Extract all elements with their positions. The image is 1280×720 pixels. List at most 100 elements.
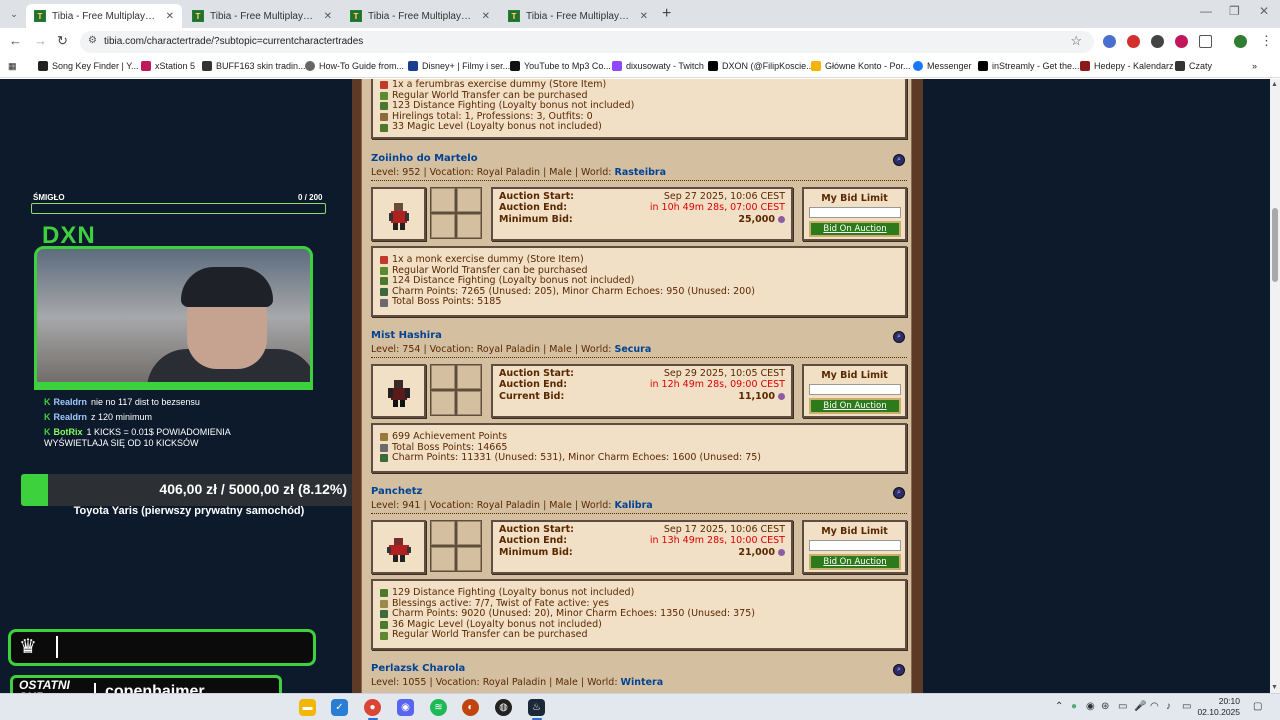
bid-limit-input[interactable] [809,207,901,218]
close-tab-icon[interactable]: ✕ [640,11,648,22]
close-window-icon[interactable]: ✕ [1259,4,1269,18]
tray-app-icon[interactable]: ▭ [1118,701,1127,712]
bookmark-item[interactable]: dixusowaty - Twitch [612,61,704,71]
page-scrollbar[interactable]: ▲ ▼ [1270,79,1280,693]
system-clock[interactable]: 20:10 02.10.2025 [1196,696,1240,718]
bookmark-item[interactable]: xStation 5 [141,61,195,71]
spotify-icon[interactable]: ≋ [430,699,447,716]
extension-icon[interactable] [1151,35,1164,48]
bookmark-item[interactable]: DXON (@FilipKoscie... [708,61,814,71]
bookmark-item[interactable]: Disney+ | Filmy i ser... [408,61,510,71]
browser-tab-1[interactable]: T Tibia - Free Multiplayer Online ✕ [26,4,182,28]
bookmark-star-icon[interactable]: ☆ [1070,33,1082,49]
character-info: Level: 952 | Vocation: Royal Paladin | M… [371,167,667,178]
bookmark-item[interactable]: YouTube to Mp3 Co... [510,61,611,71]
item-slot[interactable] [457,365,481,389]
character-name-link[interactable]: Panchetz [371,486,422,497]
boss-points-icon [380,298,388,307]
bid-limit-input[interactable] [809,540,901,551]
transfer-icon [380,266,388,275]
auction-list: 1x a ferumbras exercise dummy (Store Ite… [361,79,912,693]
character-name-link[interactable]: Mist Hashira [371,330,442,341]
item-slot[interactable] [457,391,481,415]
steam-icon[interactable]: ♨ [528,699,545,716]
auction-details-panel: 699 Achievement Points Total Boss Points… [371,423,907,473]
magnifier-icon[interactable]: ⌕ [893,331,905,343]
browser-tab-4[interactable]: T Tibia - Free Multiplayer Online ✕ [500,4,656,28]
bid-on-auction-button[interactable]: Bid On Auction [809,554,901,570]
bookmark-item[interactable]: How-To Guide from... [305,61,404,71]
back-arrow-icon[interactable]: ← [9,33,22,48]
new-tab-button[interactable]: + [662,5,671,23]
item-slot[interactable] [457,547,481,571]
item-slot[interactable] [431,188,455,212]
item-slot[interactable] [431,391,455,415]
check-app-icon[interactable]: ✓ [331,699,348,716]
extension-icon[interactable] [1127,35,1140,48]
menu-kebab-icon[interactable]: ⋮ [1260,33,1273,49]
profile-avatar[interactable] [1234,35,1247,48]
bookmark-item[interactable]: Hedepy - Kalendarz [1080,61,1174,71]
tray-app-icon[interactable]: ⊛ [1101,701,1109,712]
browser-tab-2[interactable]: T Tibia - Free Multiplayer Online ✕ [184,4,340,28]
forward-arrow-icon[interactable]: → [34,33,47,48]
item-slots [430,520,482,572]
magnifier-icon[interactable]: ⌕ [893,664,905,676]
volume-icon[interactable]: ♪ [1166,701,1171,712]
bookmark-item[interactable]: Czaty [1175,61,1212,71]
bookmark-item[interactable]: inStreamly - Get the... [978,61,1080,71]
bookmark-item[interactable]: Song Key Finder | Y... [38,61,139,71]
bookmark-item[interactable]: Główne Konto - Por... [811,61,911,71]
tab-search-dropdown[interactable]: ⌄ [6,6,22,22]
character-name-link[interactable]: Zoiinho do Martelo [371,153,478,164]
obs-icon[interactable]: ◍ [495,699,512,716]
scrollbar-thumb[interactable] [1272,208,1278,282]
tray-overflow-icon[interactable]: ⌃ [1055,701,1063,712]
chrome-icon[interactable]: ● [364,699,381,716]
item-slot[interactable] [457,188,481,212]
apps-grid-icon[interactable]: ▦ [8,61,17,72]
close-tab-icon[interactable]: ✕ [482,11,490,22]
item-slot[interactable] [457,521,481,545]
wifi-icon[interactable]: ◠ [1150,701,1159,712]
bookmarks-overflow-icon[interactable]: » [1252,61,1257,71]
browser-tab-3[interactable]: T Tibia - Free Multiplayer Online ✕ [342,4,498,28]
minimize-icon[interactable]: — [1200,4,1212,18]
file-explorer-icon[interactable]: ▬ [299,699,316,716]
item-slot[interactable] [457,214,481,238]
item-slot[interactable] [431,214,455,238]
discord-icon[interactable]: ◉ [397,699,414,716]
extension-icon[interactable] [1175,35,1188,48]
magnifier-icon[interactable]: ⌕ [893,487,905,499]
character-name-link[interactable]: Perlazsk Charola [371,663,465,674]
bid-on-auction-button[interactable]: Bid On Auction [809,398,901,414]
scroll-up-icon[interactable]: ▲ [1271,81,1278,88]
bid-limit-input[interactable] [809,384,901,395]
goal-title: Toyota Yaris (pierwszy prywatny samochód… [73,505,305,517]
tray-app-icon[interactable]: ● [1071,701,1077,712]
site-info-icon[interactable]: ⚙ [88,35,97,46]
extension-icon[interactable] [1103,35,1116,48]
store-item-icon [380,256,388,265]
scroll-down-icon[interactable]: ▼ [1271,684,1278,691]
bookmark-item[interactable]: BUFF163 skin tradin... [202,61,306,71]
microphone-icon[interactable]: 🎤 [1134,701,1146,712]
close-tab-icon[interactable]: ✕ [324,11,332,22]
magnifier-icon[interactable]: ⌕ [893,154,905,166]
reload-icon[interactable]: ↻ [57,33,68,49]
battery-icon[interactable]: ▭ [1182,701,1191,712]
item-slot[interactable] [431,547,455,571]
bookmark-item[interactable]: Messenger [913,61,972,71]
maximize-icon[interactable]: ❐ [1229,4,1240,18]
stream-overlay: ŚMIGŁO 0 / 200 DXN K Realdrn nie no 117 di… [0,79,357,709]
address-bar[interactable]: ⚙ tibia.com/charactertrade/?subtopic=cur… [80,31,1094,53]
tray-app-icon[interactable]: ◉ [1086,701,1095,712]
item-slot[interactable] [431,521,455,545]
bid-on-auction-button[interactable]: Bid On Auction [809,221,901,237]
notifications-icon[interactable]: ▢ [1253,701,1262,712]
origin-icon[interactable]: ◐ [462,699,479,716]
item-slot[interactable] [431,365,455,389]
extensions-puzzle-icon[interactable] [1199,35,1212,48]
close-tab-icon[interactable]: ✕ [166,11,174,22]
detail-line: Regular World Transfer can be purchased [380,630,898,641]
